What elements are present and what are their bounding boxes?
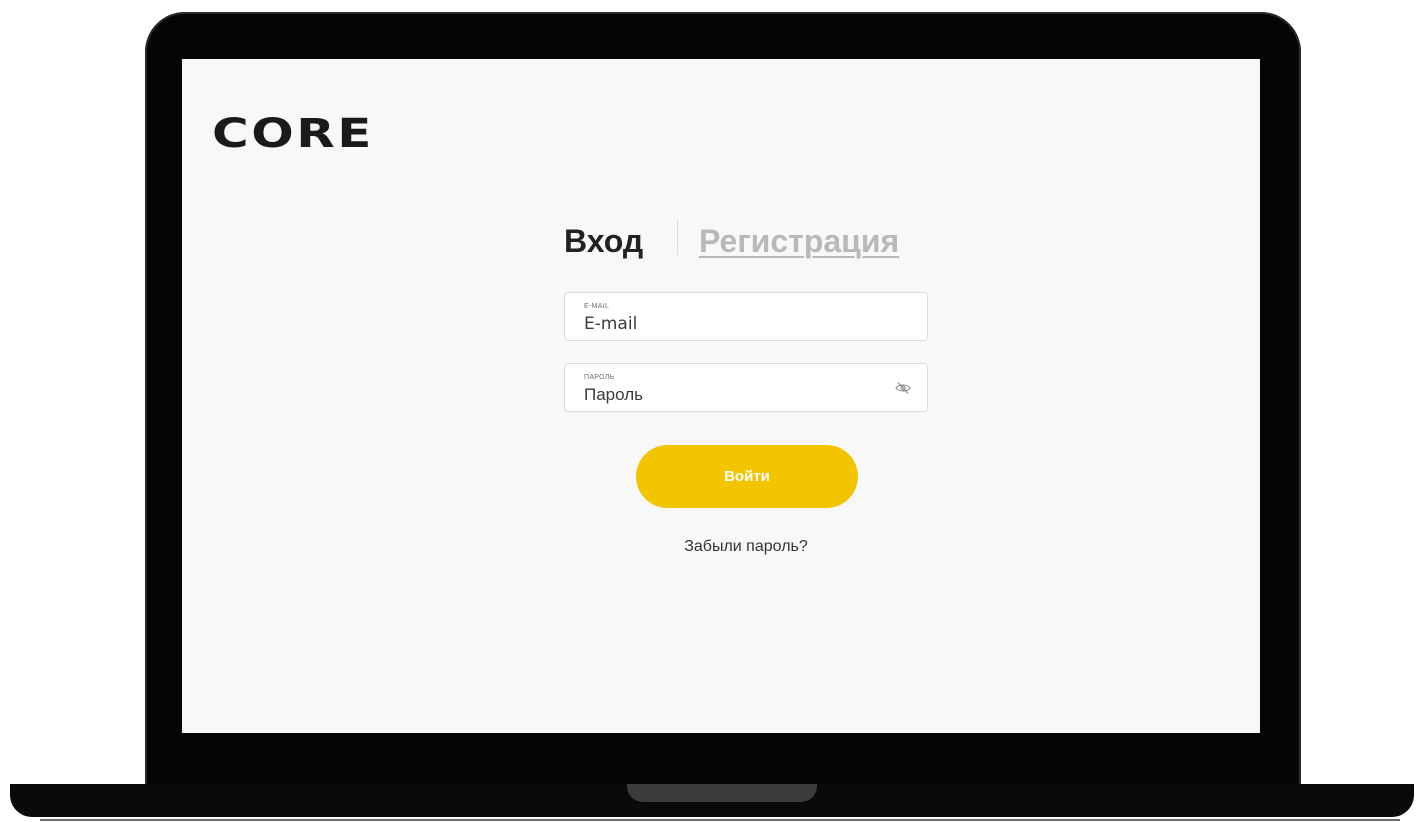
tab-login[interactable]: Вход [564,223,643,260]
password-field[interactable]: ПАРОЛЬ [564,363,928,412]
email-field[interactable]: E-MAIL [564,292,928,341]
password-input[interactable] [584,384,874,406]
email-field-label: E-MAIL [584,303,610,310]
eye-off-icon[interactable] [895,381,911,395]
laptop-base-edge [40,819,1400,821]
laptop-notch [627,784,817,802]
laptop-mockup: CORE Вход Регистрация E-MAIL ПАРОЛЬ Войт… [0,0,1417,822]
login-button[interactable]: Войти [636,445,858,508]
password-field-label: ПАРОЛЬ [584,374,615,381]
login-screen: CORE Вход Регистрация E-MAIL ПАРОЛЬ Войт… [182,59,1260,733]
email-input[interactable] [584,313,874,335]
tab-register[interactable]: Регистрация [699,223,899,260]
auth-tabs: Вход Регистрация [564,219,934,265]
forgot-password-link[interactable]: Забыли пароль? [564,538,928,556]
core-logo: CORE [212,111,374,157]
tab-divider [677,219,678,255]
